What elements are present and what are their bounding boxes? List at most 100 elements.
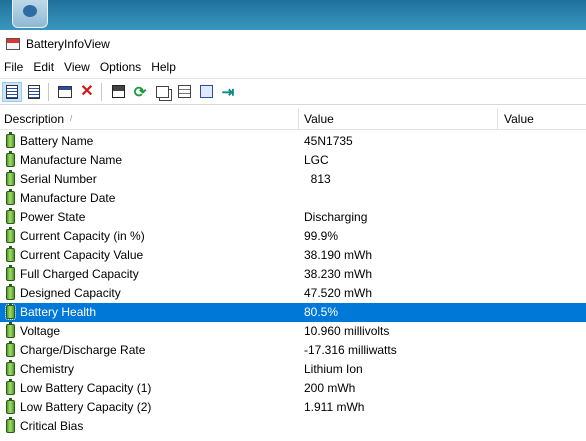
row-value: Lithium Ion — [304, 362, 363, 376]
column-header-description[interactable]: Description / — [4, 108, 72, 130]
menu-edit[interactable]: Edit — [29, 60, 60, 74]
sort-arrow-icon: / — [70, 114, 73, 123]
toolbar: ✕ ⟳ ⇥ — [0, 78, 586, 105]
menu-help[interactable]: Help — [147, 60, 182, 74]
battery-icon — [6, 265, 15, 281]
list-row[interactable]: Full Charged Capacity 38.230 mWh — [0, 265, 586, 284]
properties-button[interactable] — [174, 82, 194, 102]
battery-icon — [6, 246, 15, 262]
battery-icon — [6, 398, 15, 414]
app-icon — [6, 37, 20, 50]
list-row[interactable]: Battery Name 45N1735 — [0, 132, 586, 151]
battery-icon — [5, 303, 16, 320]
battery-icon — [6, 379, 15, 395]
battery-icon — [6, 341, 15, 357]
row-value: 813 — [304, 172, 331, 186]
row-description: Manufacture Name — [20, 153, 123, 167]
menu-view[interactable]: View — [60, 60, 96, 74]
list-row[interactable]: Current Capacity Value 38.190 mWh — [0, 246, 586, 265]
row-value: 10.960 millivolts — [304, 324, 390, 338]
row-value: 1.911 mWh — [304, 400, 365, 414]
row-description: Battery Health — [20, 305, 97, 319]
row-value: 200 mWh — [304, 381, 356, 395]
row-description: Power State — [20, 210, 86, 224]
desktop-shortcut-icon[interactable] — [12, 0, 48, 28]
battery-icon — [6, 170, 15, 186]
window-title: BatteryInfoView — [26, 36, 110, 51]
list-row[interactable]: Chemistry Lithium Ion — [0, 360, 586, 379]
toolbar-separator — [48, 82, 49, 101]
column-divider[interactable] — [497, 108, 498, 130]
battery-info-mode-button[interactable] — [2, 81, 22, 102]
log-window-button[interactable] — [55, 82, 75, 102]
copy-icon — [155, 85, 169, 98]
row-description: Current Capacity (in %) — [20, 229, 145, 243]
html-report-icon — [199, 85, 213, 98]
list-row[interactable]: Critical Bias — [0, 417, 586, 436]
toolbar-separator — [101, 82, 102, 101]
list-header: Description / Value Value — [0, 108, 586, 130]
battery-info-list: Battery Name 45N1735 Manufacture Name LGC … — [0, 132, 586, 436]
battery-icon — [6, 360, 15, 376]
battery-log-mode-button[interactable] — [24, 82, 44, 102]
battery-icon — [6, 151, 15, 167]
list-row-selected[interactable]: Battery Health 80.5% — [0, 303, 586, 322]
window-icon — [58, 85, 72, 98]
column-divider[interactable] — [298, 108, 299, 130]
row-value: 99.9% — [304, 229, 339, 243]
list-row[interactable]: Serial Number 813 — [0, 170, 586, 189]
row-description: Charge/Discharge Rate — [20, 343, 146, 357]
save-button[interactable] — [108, 82, 128, 102]
list-row[interactable]: Power State Discharging — [0, 208, 586, 227]
exit-icon: ⇥ — [221, 83, 235, 101]
html-report-button[interactable] — [196, 82, 216, 102]
row-description: Serial Number — [20, 172, 97, 186]
clear-log-button[interactable]: ✕ — [77, 82, 97, 102]
row-description: Critical Bias — [20, 419, 84, 433]
row-value: 38.230 mWh — [304, 267, 373, 281]
row-description: Voltage — [20, 324, 61, 338]
exit-button[interactable]: ⇥ — [218, 82, 238, 102]
row-description: Full Charged Capacity — [20, 267, 139, 281]
row-value: -17.316 milliwatts — [304, 343, 397, 357]
log-list-icon — [28, 84, 40, 99]
row-value: 80.5% — [304, 305, 339, 319]
save-icon — [111, 85, 125, 98]
row-description: Low Battery Capacity (1) — [20, 381, 152, 395]
battery-icon — [6, 208, 15, 224]
refresh-icon: ⟳ — [133, 83, 147, 101]
battery-icon — [6, 322, 15, 338]
battery-icon — [6, 227, 15, 243]
row-description: Low Battery Capacity (2) — [20, 400, 152, 414]
menu-bar: File Edit View Options Help — [0, 57, 586, 77]
battery-icon — [6, 284, 15, 300]
list-row[interactable]: Manufacture Name LGC — [0, 151, 586, 170]
refresh-button[interactable]: ⟳ — [130, 82, 150, 102]
menu-file[interactable]: File — [0, 60, 29, 74]
row-description: Battery Name — [20, 134, 94, 148]
list-row[interactable]: Low Battery Capacity (2) 1.911 mWh — [0, 398, 586, 417]
row-value: Discharging — [304, 210, 368, 224]
list-row[interactable]: Designed Capacity 47.520 mWh — [0, 284, 586, 303]
list-row[interactable]: Voltage 10.960 millivolts — [0, 322, 586, 341]
copy-button[interactable] — [152, 82, 172, 102]
list-row[interactable]: Low Battery Capacity (1) 200 mWh — [0, 379, 586, 398]
title-bar: BatteryInfoView — [0, 30, 586, 57]
list-row[interactable]: Current Capacity (in %) 99.9% — [0, 227, 586, 246]
row-description: Chemistry — [20, 362, 75, 376]
column-header-value[interactable]: Value — [304, 108, 334, 130]
list-row[interactable]: Manufacture Date — [0, 189, 586, 208]
menu-options[interactable]: Options — [96, 60, 147, 74]
row-value: 38.190 mWh — [304, 248, 373, 262]
properties-icon — [177, 85, 191, 98]
row-value: LGC — [304, 153, 329, 167]
list-icon — [6, 84, 18, 99]
column-header-value-2[interactable]: Value — [504, 108, 534, 130]
battery-icon — [6, 132, 15, 148]
delete-icon: ✕ — [80, 82, 94, 100]
list-row[interactable]: Charge/Discharge Rate -17.316 milliwatts — [0, 341, 586, 360]
row-description: Manufacture Date — [20, 191, 116, 205]
row-description: Current Capacity Value — [20, 248, 144, 262]
battery-icon — [6, 189, 15, 205]
row-description: Designed Capacity — [20, 286, 121, 300]
